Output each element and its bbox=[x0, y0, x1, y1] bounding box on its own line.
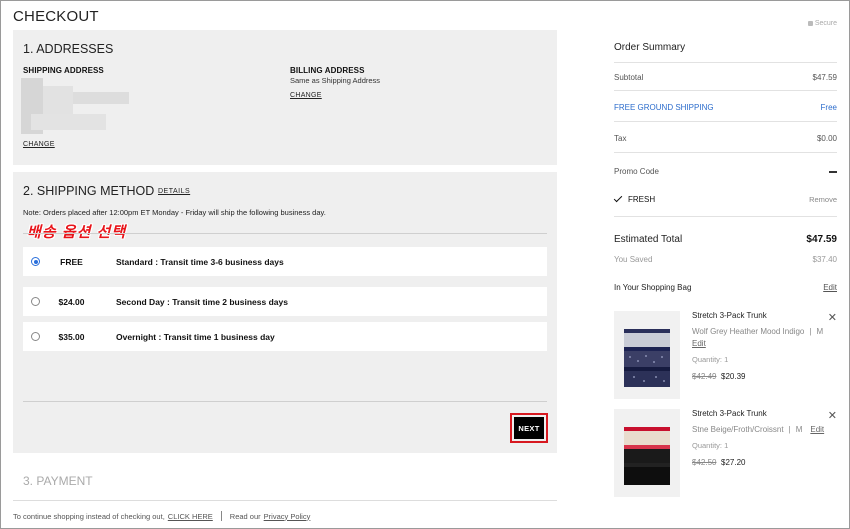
tax-row: Tax $0.00 bbox=[614, 134, 837, 143]
estimated-total-value: $47.59 bbox=[806, 234, 837, 245]
variant-color: Stne Beige/Froth/Croissnt bbox=[692, 425, 784, 434]
redacted-address-block bbox=[31, 114, 106, 130]
subtotal-row: Subtotal $47.59 bbox=[614, 73, 837, 82]
option-description: Standard : Transit time 3-6 business day… bbox=[116, 256, 284, 267]
shipping-method-section: 2. SHIPPING METHOD DETAILS Note: Orders … bbox=[13, 172, 557, 453]
promo-code-row[interactable]: Promo Code bbox=[614, 167, 837, 176]
shipping-row: FREE GROUND SHIPPING Free bbox=[614, 103, 837, 112]
variant-size: M bbox=[795, 425, 803, 434]
subtotal-value: $47.59 bbox=[812, 73, 837, 82]
product-variant: Wolf Grey Heather Mood Indigo | M bbox=[692, 327, 824, 336]
payment-heading[interactable]: 3. PAYMENT bbox=[23, 474, 93, 488]
applied-promo-row: FRESH Remove bbox=[613, 193, 837, 204]
billing-address-label: BILLING ADDRESS bbox=[290, 66, 365, 75]
bag-item: Stretch 3-Pack Trunk Wolf Grey Heather M… bbox=[614, 311, 837, 399]
bag-edit-link[interactable]: Edit bbox=[823, 283, 837, 292]
item-edit-link[interactable]: Edit bbox=[810, 425, 824, 434]
shipping-address-label: SHIPPING ADDRESS bbox=[23, 66, 104, 75]
product-variant: Stne Beige/Froth/Croissnt | M Edit bbox=[692, 425, 825, 434]
radio-button-selected[interactable] bbox=[31, 257, 40, 266]
item-quantity: Quantity: 1 bbox=[692, 355, 729, 364]
shipping-option-standard[interactable]: FREE Standard : Transit time 3-6 busines… bbox=[23, 247, 547, 276]
tax-label: Tax bbox=[614, 134, 627, 143]
divider bbox=[614, 62, 837, 63]
option-price: $24.00 bbox=[58, 296, 85, 307]
product-thumbnail[interactable] bbox=[614, 409, 680, 497]
shipping-method-heading: 2. SHIPPING METHOD bbox=[23, 184, 155, 198]
item-edit-link[interactable]: Edit bbox=[692, 339, 706, 348]
estimated-total-label: Estimated Total bbox=[614, 234, 683, 245]
product-name[interactable]: Stretch 3-Pack Trunk bbox=[692, 311, 767, 320]
remove-item-icon[interactable]: ✕ bbox=[828, 311, 837, 324]
footer: To continue shopping instead of checking… bbox=[13, 511, 310, 521]
page-title: CHECKOUT bbox=[13, 8, 99, 25]
next-button-highlight: NEXT bbox=[510, 413, 548, 443]
divider bbox=[13, 500, 557, 501]
bag-header-row: In Your Shopping Bag Edit bbox=[614, 283, 837, 292]
divider bbox=[23, 401, 547, 402]
promo-remove-link[interactable]: Remove bbox=[809, 195, 837, 204]
promo-code-label: Promo Code bbox=[614, 167, 659, 176]
bag-item: Stretch 3-Pack Trunk Stne Beige/Froth/Cr… bbox=[614, 409, 837, 497]
option-description: Overnight : Transit time 1 business day bbox=[116, 331, 275, 342]
divider bbox=[23, 233, 547, 234]
trunk-image bbox=[624, 329, 670, 387]
read-our-text: Read our bbox=[229, 511, 261, 521]
shipping-option-second-day[interactable]: $24.00 Second Day : Transit time 2 busin… bbox=[23, 287, 547, 316]
saved-row: You Saved $37.40 bbox=[614, 255, 837, 264]
promo-code: FRESH bbox=[628, 195, 656, 204]
billing-address-value: Same as Shipping Address bbox=[290, 76, 381, 85]
shipping-option-overnight[interactable]: $35.00 Overnight : Transit time 1 busine… bbox=[23, 322, 547, 351]
shipping-label: FREE GROUND SHIPPING bbox=[614, 103, 714, 112]
redacted-address-block bbox=[73, 92, 129, 104]
next-button[interactable]: NEXT bbox=[514, 417, 544, 439]
sale-price: $27.20 bbox=[721, 458, 746, 467]
addresses-heading: 1. ADDRESSES bbox=[23, 42, 114, 56]
remove-item-icon[interactable]: ✕ bbox=[828, 409, 837, 422]
product-thumbnail[interactable] bbox=[614, 311, 680, 399]
divider bbox=[614, 216, 837, 217]
click-here-link[interactable]: CLICK HERE bbox=[168, 512, 213, 521]
applied-promo: FRESH bbox=[613, 193, 656, 204]
product-name[interactable]: Stretch 3-Pack Trunk bbox=[692, 409, 767, 418]
original-price: $42.49 bbox=[692, 372, 717, 381]
divider bbox=[614, 152, 837, 153]
addresses-section: 1. ADDRESSES SHIPPING ADDRESS CHANGE BIL… bbox=[13, 30, 557, 165]
continue-text: To continue shopping instead of checking… bbox=[13, 511, 165, 521]
radio-button[interactable] bbox=[31, 297, 40, 306]
check-icon bbox=[613, 193, 623, 203]
subtotal-label: Subtotal bbox=[614, 73, 644, 82]
variant-size: M bbox=[816, 327, 824, 336]
item-quantity: Quantity: 1 bbox=[692, 441, 729, 450]
sale-price: $20.39 bbox=[721, 372, 746, 381]
annotation-label: 배송 옵션 선택 bbox=[27, 224, 127, 241]
privacy-policy-link[interactable]: Privacy Policy bbox=[264, 512, 311, 521]
radio-button[interactable] bbox=[31, 332, 40, 341]
order-summary-title: Order Summary bbox=[614, 42, 686, 53]
secure-label: Secure bbox=[814, 20, 837, 27]
saved-value: $37.40 bbox=[812, 255, 837, 264]
option-description: Second Day : Transit time 2 business day… bbox=[116, 296, 288, 307]
option-price: $35.00 bbox=[58, 331, 85, 342]
bag-label: In Your Shopping Bag bbox=[614, 283, 692, 292]
footer-separator bbox=[220, 511, 222, 521]
shipping-value: Free bbox=[820, 103, 837, 112]
divider bbox=[614, 121, 837, 122]
change-shipping-link[interactable]: CHANGE bbox=[23, 141, 55, 148]
collapse-icon[interactable] bbox=[829, 171, 837, 173]
original-price: $42.50 bbox=[692, 458, 717, 467]
shipping-details-link[interactable]: DETAILS bbox=[158, 188, 190, 195]
tax-value: $0.00 bbox=[816, 134, 837, 143]
saved-label: You Saved bbox=[614, 255, 653, 264]
option-price: FREE bbox=[60, 256, 83, 267]
divider bbox=[614, 90, 837, 91]
change-billing-link[interactable]: CHANGE bbox=[290, 92, 322, 99]
lock-icon bbox=[807, 20, 813, 26]
estimated-total-row: Estimated Total $47.59 bbox=[614, 234, 837, 245]
shipping-note: Note: Orders placed after 12:00pm ET Mon… bbox=[23, 208, 326, 217]
secure-indicator: Secure bbox=[807, 20, 837, 27]
variant-color: Wolf Grey Heather Mood Indigo bbox=[692, 327, 805, 336]
trunk-image bbox=[624, 427, 670, 485]
